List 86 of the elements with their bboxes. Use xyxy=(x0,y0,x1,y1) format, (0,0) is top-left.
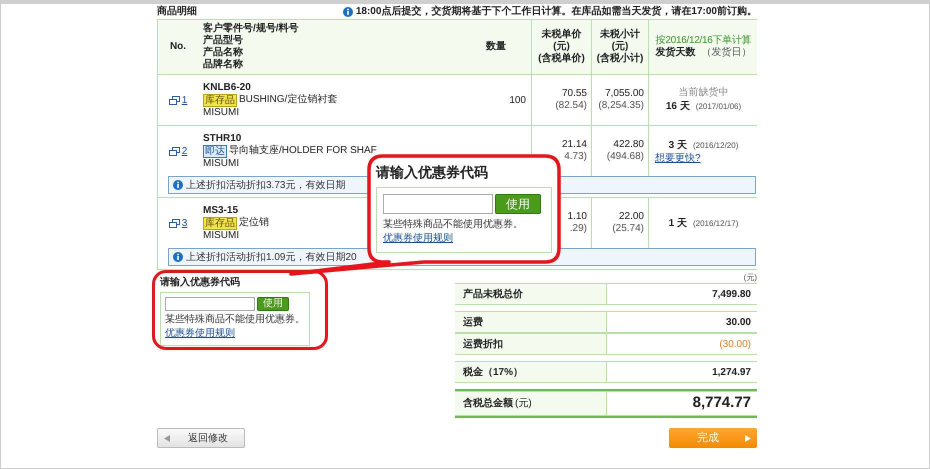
column-header: (元) xyxy=(612,41,628,52)
window-icon xyxy=(168,96,180,104)
info-icon xyxy=(173,180,183,190)
part-number: STHR10 xyxy=(203,132,242,144)
summary-label-unit: (元) xyxy=(515,398,532,409)
brand-name: MISUMI xyxy=(203,106,240,118)
info-icon xyxy=(173,252,183,262)
row-number-link[interactable]: 2 xyxy=(182,144,188,158)
subtotal: 7,055.00 xyxy=(605,88,644,100)
coupon-hint: 某些特殊商品不能使用优惠券。 优惠券使用规则 xyxy=(165,313,305,341)
coupon-hint: 某些特殊商品不能使用优惠券。 优惠券使用规则 xyxy=(383,218,524,246)
column-header: 品牌名称 xyxy=(203,59,243,71)
faster-delivery-link[interactable]: 想要更快? xyxy=(649,152,701,164)
window-icon xyxy=(168,218,180,228)
info-icon xyxy=(342,6,353,16)
right-triangle-icon xyxy=(745,434,751,442)
unit-price: 70.55 xyxy=(562,88,587,100)
brand-name: MISUMI xyxy=(203,230,240,242)
coupon-code-field[interactable] xyxy=(383,194,493,214)
quantity-text: 100 xyxy=(509,94,526,108)
column-header: 未税小计 xyxy=(600,29,640,41)
summary-value: 7,499.80 xyxy=(712,288,751,302)
column-header: (元) xyxy=(553,41,570,52)
column-header: 未税单价 xyxy=(542,29,582,41)
row-number-link[interactable]: 1 xyxy=(182,92,188,108)
summary-value: 30.00 xyxy=(726,316,751,330)
unit-price: 1.10 xyxy=(568,211,587,223)
column-header: No. xyxy=(170,41,186,53)
product-name: BUSHING/定位销衬套 xyxy=(239,94,338,106)
section-title: 商品明细 xyxy=(157,4,197,19)
coupon-rules-link[interactable]: 优惠券使用规则 xyxy=(165,328,235,339)
discount-note-text: 上述折扣活动折扣3.73元，有效日期 xyxy=(186,178,346,192)
delivery-days: 3 天 xyxy=(668,138,687,152)
coupon-title: 请输入优惠券代码 xyxy=(160,276,241,290)
column-header: (含税单价) xyxy=(538,53,585,65)
stock-tag: 即达 xyxy=(203,144,227,158)
column-header: 产品型号 xyxy=(203,35,243,46)
apply-button[interactable]: 使用 xyxy=(257,297,289,311)
summary-value: 1,274.97 xyxy=(712,366,751,380)
apply-button[interactable]: 使用 xyxy=(495,194,541,214)
part-number: MS3-15 xyxy=(203,204,238,216)
unit-price-with-tax: .29) xyxy=(570,223,587,235)
unit-price-with-tax: 4.73) xyxy=(564,151,587,163)
summary-label: 运费 xyxy=(463,316,483,330)
column-header: 数量 xyxy=(486,41,506,53)
window-icon xyxy=(168,146,180,156)
delivery-days: 16 天 xyxy=(666,98,690,114)
product-name: 导向轴支座/HOLDER FOR SHAF xyxy=(229,145,377,157)
subtotal: 22.00 xyxy=(618,211,644,223)
currency-unit: (元) xyxy=(744,273,757,283)
brand-name: MISUMI xyxy=(203,158,240,170)
stock-status: 当前缺货中 xyxy=(678,86,728,98)
order-date-basis: 按2016/12/16下单计算 xyxy=(656,35,752,46)
left-triangle-icon xyxy=(164,434,170,442)
summary-value: 8,774.77 xyxy=(692,393,751,414)
column-subheader: （发货日） xyxy=(702,47,752,58)
coupon-code-field[interactable] xyxy=(165,297,255,311)
part-number: KNLB6-20 xyxy=(203,82,251,94)
coupon-rules-link[interactable]: 优惠券使用规则 xyxy=(383,233,453,244)
notice-text: 18:00点后提交，交货期将基于下个工作日计算。在库品如需当天发货，请在17:00前订购。 xyxy=(356,4,757,19)
delivery-days: 1 天 xyxy=(668,216,687,230)
ship-date: (2017/01/06) xyxy=(696,100,742,112)
back-button[interactable]: 返回修改 xyxy=(157,428,245,448)
column-header: (含税小计) xyxy=(596,53,644,65)
subtotal: 422.80 xyxy=(613,139,644,151)
unit-price: 21.14 xyxy=(562,139,587,151)
product-name: 定位销 xyxy=(239,217,269,229)
summary-label: 产品未税总价 xyxy=(463,288,523,302)
subtotal-with-tax: (25.74) xyxy=(612,223,644,235)
ship-date: (2016/12/17) xyxy=(692,218,738,230)
stock-tag: 库存品 xyxy=(203,216,237,230)
unit-price-with-tax: (82.54) xyxy=(555,100,587,112)
summary-label: 税金（17%） xyxy=(463,366,524,380)
summary-value: (30.00) xyxy=(719,338,751,352)
ship-date: (2016/12/20) xyxy=(692,140,738,152)
discount-note-text: 上述折扣活动折扣1.09元，有效日期20 xyxy=(186,250,357,264)
column-header: 发货天数 （发货日） xyxy=(656,47,752,59)
stock-tag: 库存品 xyxy=(203,94,237,106)
row-number-link[interactable]: 3 xyxy=(182,216,188,230)
summary-label: 运费折扣 xyxy=(463,338,503,352)
summary-label: 含税总金额 (元) xyxy=(463,396,532,411)
subtotal-with-tax: (8,254.35) xyxy=(598,100,644,112)
column-header: 客户零件号/规号/料号 xyxy=(203,23,299,34)
column-header: 产品名称 xyxy=(203,47,243,58)
subtotal-with-tax: (494.68) xyxy=(606,151,644,163)
coupon-title: 请输入优惠券代码 xyxy=(376,163,489,182)
